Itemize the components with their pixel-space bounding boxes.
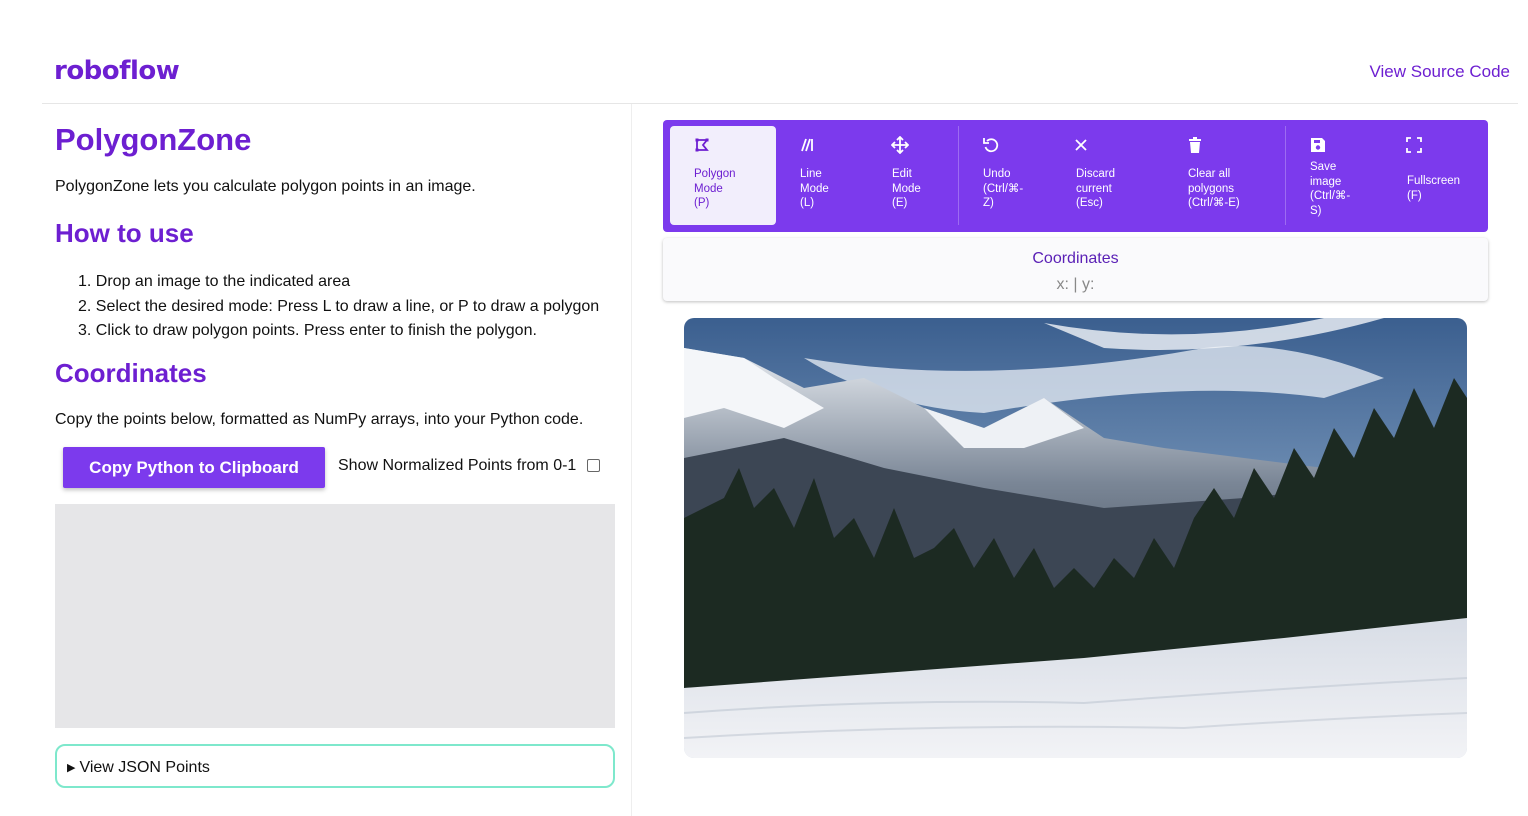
clear-all-polygons-label: Clear all polygons (Ctrl/⌘-E) (1188, 168, 1240, 209)
line-icon (801, 138, 813, 152)
polygon-mode-label: Polygon Mode (P) (694, 168, 736, 209)
undo-label: Undo (Ctrl/⌘- Z) (983, 168, 1024, 209)
image-canvas[interactable] (684, 318, 1467, 758)
roboflow-logo[interactable]: roboflow (54, 56, 180, 86)
polygon-icon (695, 138, 709, 152)
instructions-panel: PolygonZone PolygonZone lets you calcula… (0, 104, 632, 816)
drawing-toolbar: Polygon Mode (P) Line Mode (L) Edit Mode… (663, 120, 1488, 232)
steps-list: 1. Drop an image to the indicated area 2… (78, 270, 599, 344)
coordinates-heading: Coordinates (55, 358, 207, 388)
page-title: PolygonZone (55, 122, 252, 157)
save-image-button[interactable]: Save image (Ctrl/⌘- S) (1286, 126, 1382, 225)
cursor-coordinates: x: | y: (1056, 276, 1095, 293)
edit-mode-button[interactable]: Edit Mode (E) (866, 126, 958, 225)
intro-text: PolygonZone lets you calculate polygon p… (55, 178, 476, 195)
copy-python-button[interactable]: Copy Python to Clipboard (63, 447, 325, 488)
fullscreen-button[interactable]: Fullscreen (F) (1382, 126, 1482, 225)
view-json-points-toggle[interactable]: ▶ View JSON Points (55, 744, 615, 788)
step-item: 2. Select the desired mode: Press L to d… (78, 297, 600, 315)
how-to-use-heading: How to use (55, 218, 194, 248)
fullscreen-icon (1406, 137, 1422, 153)
view-source-code-link[interactable]: View Source Code (1370, 62, 1511, 82)
edit-mode-label: Edit Mode (E) (892, 168, 921, 209)
python-code-output[interactable] (55, 504, 615, 728)
line-mode-button[interactable]: Line Mode (L) (776, 126, 866, 225)
line-mode-label: Line Mode (L) (800, 168, 829, 209)
polygon-mode-button[interactable]: Polygon Mode (P) (670, 126, 776, 225)
close-icon (1075, 139, 1087, 151)
mountain-landscape-image (684, 318, 1467, 758)
undo-button[interactable]: Undo (Ctrl/⌘- Z) (959, 126, 1053, 225)
discard-current-label: Discard current (Esc) (1076, 168, 1115, 209)
normalized-points-label: Show Normalized Points from 0-1 (338, 457, 577, 474)
view-json-points-label: View JSON Points (79, 759, 210, 776)
fullscreen-label: Fullscreen (F) (1407, 175, 1461, 202)
move-icon (891, 136, 909, 154)
disclosure-triangle-icon: ▶ (67, 762, 76, 774)
undo-icon (983, 138, 999, 153)
step-item: 1. Drop an image to the indicated area (78, 273, 351, 290)
coordinates-display-title: Coordinates (1032, 250, 1119, 267)
save-image-label: Save image (Ctrl/⌘- S) (1310, 161, 1351, 217)
top-header: roboflow View Source Code (42, 0, 1518, 104)
coordinates-description: Copy the points below, formatted as NumP… (55, 411, 584, 428)
normalized-points-checkbox[interactable] (587, 459, 600, 472)
coordinates-display: Coordinates x: | y: (663, 238, 1488, 301)
trash-icon (1189, 137, 1201, 153)
step-item: 3. Click to draw polygon points. Press e… (78, 322, 537, 339)
clear-all-polygons-button[interactable]: Clear all polygons (Ctrl/⌘-E) (1165, 126, 1285, 225)
save-icon (1311, 138, 1325, 152)
discard-current-button[interactable]: Discard current (Esc) (1053, 126, 1165, 225)
